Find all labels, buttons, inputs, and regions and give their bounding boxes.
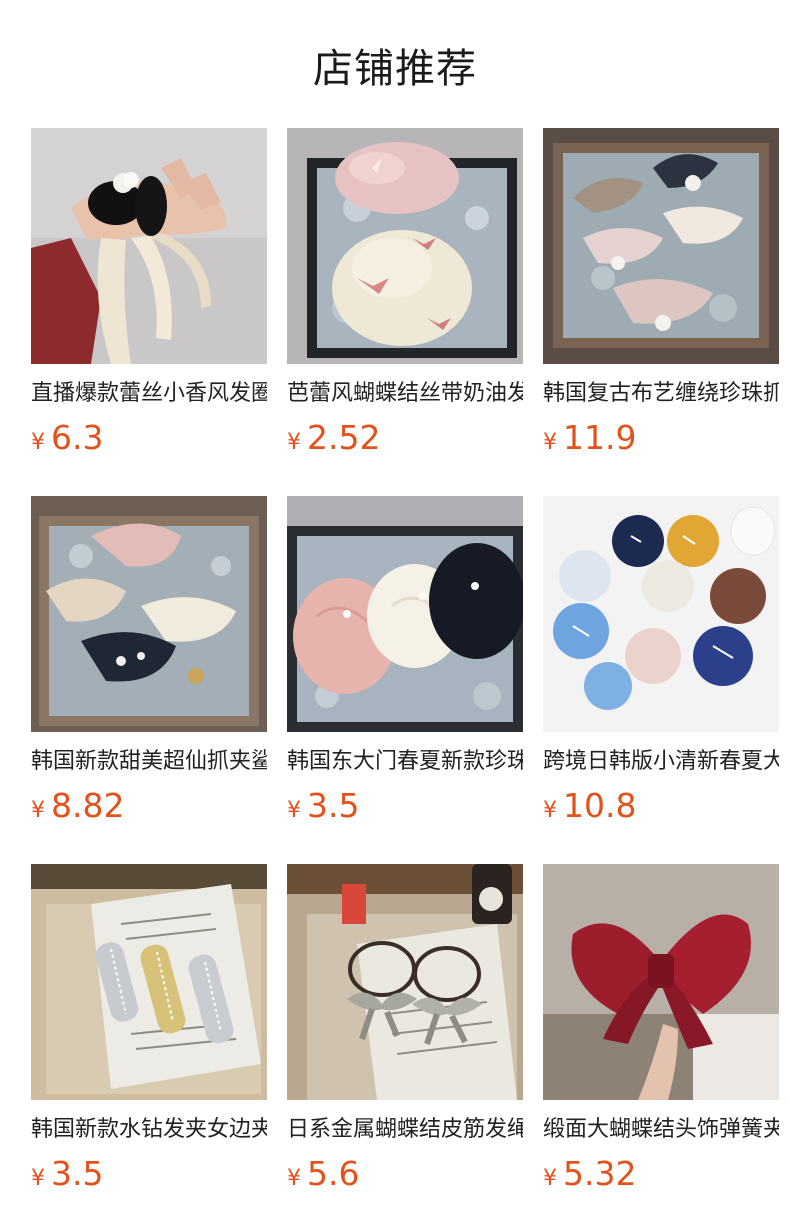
product-name[interactable]: 日系金属蝴蝶结皮筋发绳 <box>287 1114 523 1146</box>
product-name[interactable]: 直播爆款蕾丝小香风发圈 <box>31 378 267 410</box>
product-name[interactable]: 跨境日韩版小清新春夏大肠发圈 <box>543 746 779 778</box>
product-price: ¥3.5 <box>287 784 359 828</box>
product-name[interactable]: 韩国复古布艺缠绕珍珠抓夹 <box>543 378 779 410</box>
price-value: 11.9 <box>563 418 637 457</box>
product-card[interactable]: 韩国复古布艺缠绕珍珠抓夹 ¥11.9 <box>543 128 779 468</box>
product-image[interactable] <box>543 496 779 732</box>
product-image[interactable] <box>543 128 779 364</box>
price-value: 2.52 <box>307 418 381 457</box>
product-price: ¥5.32 <box>543 1152 636 1196</box>
product-name[interactable]: 韩国新款甜美超仙抓夹鲨鱼夹 <box>31 746 267 778</box>
currency-symbol: ¥ <box>287 1166 301 1191</box>
price-value: 6.3 <box>51 418 104 457</box>
product-name[interactable]: 韩国新款水钻发夹女边夹 <box>31 1114 267 1146</box>
price-value: 10.8 <box>563 786 637 825</box>
currency-symbol: ¥ <box>31 1166 45 1191</box>
product-image[interactable] <box>543 864 779 1100</box>
product-name[interactable]: 韩国东大门春夏新款珍珠发圈 <box>287 746 523 778</box>
product-price: ¥8.82 <box>31 784 124 828</box>
product-card[interactable]: 韩国新款甜美超仙抓夹鲨鱼夹 ¥8.82 <box>31 496 267 836</box>
product-price: ¥10.8 <box>543 784 636 828</box>
product-card[interactable]: 缎面大蝴蝶结头饰弹簧夹 ¥5.32 <box>543 864 779 1204</box>
product-price: ¥5.6 <box>287 1152 359 1196</box>
currency-symbol: ¥ <box>287 798 301 823</box>
shop-recommend-page: 店铺推荐 直播爆款蕾丝小香风发圈 ¥ 6.3 芭蕾风蝴蝶结丝带奶油发 ¥ 2.5… <box>0 0 790 1232</box>
currency-symbol: ¥ <box>543 1166 557 1191</box>
page-title: 店铺推荐 <box>313 46 477 92</box>
product-card[interactable]: 韩国东大门春夏新款珍珠发圈 ¥3.5 <box>287 496 523 836</box>
product-image[interactable] <box>287 864 523 1100</box>
product-image[interactable] <box>287 496 523 732</box>
price-value: 5.32 <box>563 1154 637 1193</box>
price-value: 8.82 <box>51 786 125 825</box>
product-card[interactable]: 芭蕾风蝴蝶结丝带奶油发圈 ¥2.52 <box>287 128 523 468</box>
product-price: ¥6.3 <box>31 416 103 460</box>
product-card[interactable]: 日系金属蝴蝶结皮筋发绳 ¥5.6 <box>287 864 523 1204</box>
price-value: 5.6 <box>307 1154 360 1193</box>
price-value: 3.5 <box>307 786 360 825</box>
price-value: 3.5 <box>51 1154 104 1193</box>
currency-symbol: ¥ <box>543 798 557 823</box>
currency-symbol: ¥ <box>31 430 45 455</box>
product-price: ¥3.5 <box>31 1152 103 1196</box>
product-card[interactable]: 直播爆款蕾丝小香风发圈 ¥6.3 <box>31 128 267 468</box>
product-name[interactable]: 芭蕾风蝴蝶结丝带奶油发圈 <box>287 378 523 410</box>
product-price: ¥2.52 <box>287 416 380 460</box>
product-name[interactable]: 缎面大蝴蝶结头饰弹簧夹 <box>543 1114 779 1146</box>
product-image[interactable] <box>31 864 267 1100</box>
product-image[interactable] <box>31 128 267 364</box>
currency-symbol: ¥ <box>31 798 45 823</box>
product-price: ¥11.9 <box>543 416 636 460</box>
product-card[interactable]: 韩国新款水钻发夹女边夹 ¥3.5 <box>31 864 267 1204</box>
product-image[interactable] <box>287 128 523 364</box>
currency-symbol: ¥ <box>543 430 557 455</box>
product-image[interactable] <box>31 496 267 732</box>
product-card[interactable]: 跨境日韩版小清新春夏大肠发圈 ¥10.8 <box>543 496 779 836</box>
currency-symbol: ¥ <box>287 430 301 455</box>
